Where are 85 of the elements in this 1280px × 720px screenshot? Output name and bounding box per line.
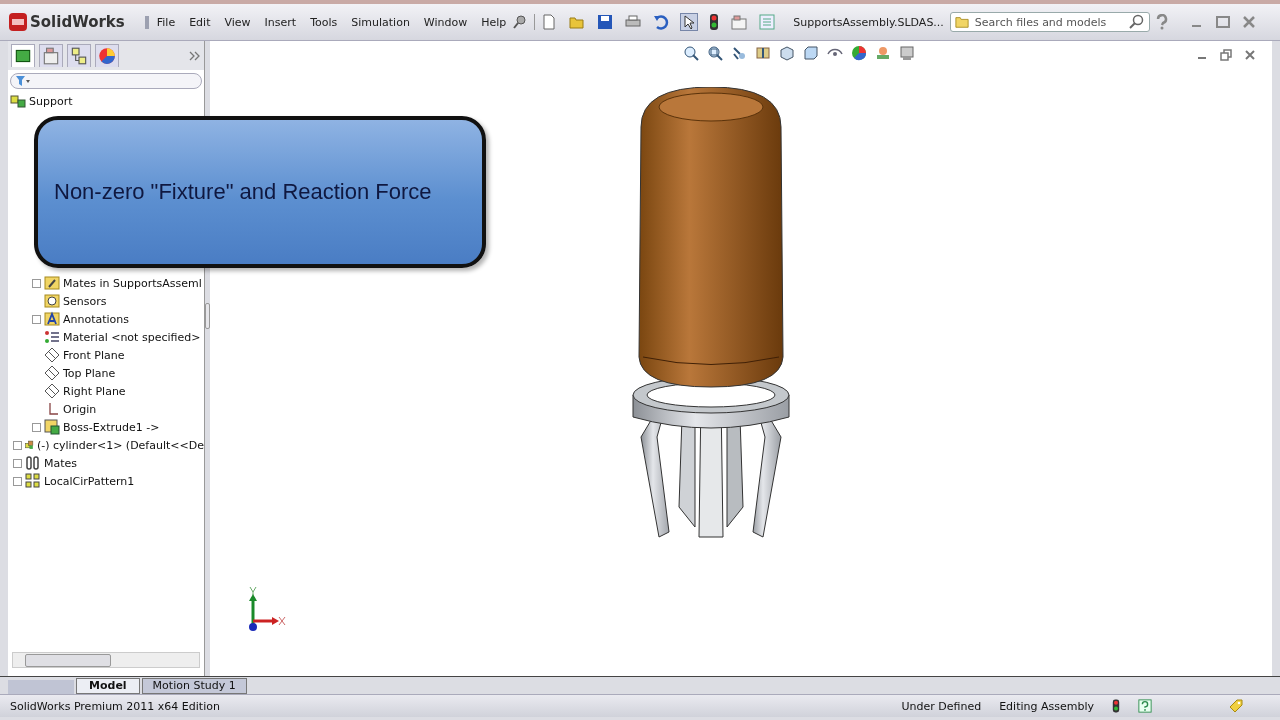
plane-icon [44, 365, 60, 381]
help-icon[interactable] [1155, 14, 1168, 30]
maximize-icon[interactable] [1215, 15, 1230, 29]
tree-item[interactable]: Sensors [63, 294, 107, 308]
menu-item[interactable]: Tools [310, 15, 338, 29]
help-icon[interactable] [1138, 699, 1152, 713]
sensor-folder-icon [44, 293, 60, 309]
scene-icon[interactable] [874, 45, 891, 61]
expand-chevron-icon[interactable] [189, 50, 201, 61]
expand-toggle[interactable] [32, 422, 41, 432]
pattern-icon [25, 473, 41, 489]
material-icon [44, 329, 60, 345]
view-orientation-icon[interactable] [778, 45, 795, 61]
logo-icon [8, 12, 28, 32]
menu-item[interactable]: Simulation [351, 15, 410, 29]
scrollbar-thumb[interactable] [25, 654, 111, 667]
assembly-icon [10, 93, 26, 109]
tab[interactable]: Model [76, 678, 140, 694]
expand-toggle[interactable] [32, 278, 41, 288]
tag-icon[interactable] [1228, 698, 1244, 714]
open-folder-icon[interactable] [569, 14, 586, 30]
filter-field[interactable] [10, 73, 202, 89]
menu-item[interactable]: Window [423, 15, 468, 29]
app-logo[interactable]: SolidWorks [8, 12, 139, 32]
feature-tree-tab-icon[interactable] [11, 44, 35, 67]
save-icon[interactable] [597, 14, 614, 30]
close-icon[interactable] [1244, 49, 1256, 61]
tree-item[interactable]: Front Plane [63, 348, 125, 362]
expand-toggle[interactable] [32, 314, 41, 324]
tree-item[interactable]: Boss-Extrude1 -> [63, 420, 160, 434]
mates-icon [25, 455, 41, 471]
zoom-area-icon[interactable] [706, 45, 723, 61]
tree-item[interactable]: LocalCirPattern1 [44, 474, 135, 488]
horizontal-scrollbar[interactable] [12, 652, 200, 668]
plane-icon [44, 347, 60, 363]
edit-mode-status: Editing Assembly [999, 699, 1094, 713]
tree-item[interactable]: Mates [44, 456, 78, 470]
extrude-icon [44, 419, 60, 435]
checklist-icon[interactable] [759, 14, 776, 30]
tree-item[interactable]: Origin [63, 402, 97, 416]
callout-text: Non-zero "Fixture" and Reaction Force [54, 179, 432, 205]
appearance-icon[interactable] [850, 45, 867, 61]
menu-item[interactable]: Insert [264, 15, 297, 29]
previous-view-icon[interactable] [730, 45, 747, 61]
configuration-tab-icon[interactable] [67, 44, 91, 67]
printer-icon[interactable] [625, 14, 642, 30]
close-icon[interactable] [1241, 15, 1256, 29]
expand-toggle[interactable] [13, 458, 22, 468]
tree-item[interactable]: Top Plane [63, 366, 116, 380]
tree-item[interactable]: Annotations [63, 312, 130, 326]
annotation-folder-icon [44, 311, 60, 327]
rebuild-light-icon[interactable] [1112, 699, 1120, 713]
restore-icon[interactable] [1220, 49, 1232, 61]
expand-toggle[interactable] [13, 476, 22, 486]
definition-status: Under Defined [901, 699, 982, 713]
view-settings-icon[interactable] [898, 45, 915, 61]
new-document-icon[interactable] [541, 14, 558, 30]
folder-icon [44, 275, 60, 291]
traffic-light-icon[interactable] [709, 14, 720, 30]
tree-item[interactable]: Material <not specified> [63, 330, 201, 344]
search-field[interactable]: Search files and models [949, 12, 1150, 32]
tree-item[interactable]: Right Plane [63, 384, 126, 398]
expand-toggle[interactable] [13, 440, 22, 450]
filter-icon [13, 75, 33, 87]
options-icon[interactable] [731, 14, 748, 30]
menu-item[interactable]: File [156, 15, 176, 29]
menu-item[interactable]: Help [481, 15, 507, 29]
tab[interactable]: Motion Study 1 [141, 678, 247, 694]
zoom-to-fit-icon[interactable] [682, 45, 699, 61]
tree-item[interactable]: Support [29, 94, 73, 108]
plane-icon [44, 383, 60, 399]
tree-item[interactable]: Mates in SupportsAsseml [63, 276, 202, 290]
display-style-icon[interactable] [802, 45, 819, 61]
document-name: SupportsAssembly.SLDAS... [793, 15, 944, 29]
select-arrow-icon[interactable] [681, 14, 698, 30]
tree-item[interactable]: (-) cylinder<1> (Default<<De [36, 438, 204, 452]
panel-splitter-handle[interactable] [205, 303, 210, 329]
edition-label: SolidWorks Premium 2011 x64 Edition [10, 699, 220, 713]
undo-icon[interactable] [653, 14, 670, 30]
section-view-icon[interactable] [754, 45, 771, 61]
appearance-tab-icon[interactable] [95, 44, 119, 67]
search-icon[interactable] [1127, 14, 1144, 30]
menu-item[interactable]: Edit [189, 15, 211, 29]
menu-item[interactable]: View [224, 15, 251, 29]
property-tab-icon[interactable] [39, 44, 63, 67]
